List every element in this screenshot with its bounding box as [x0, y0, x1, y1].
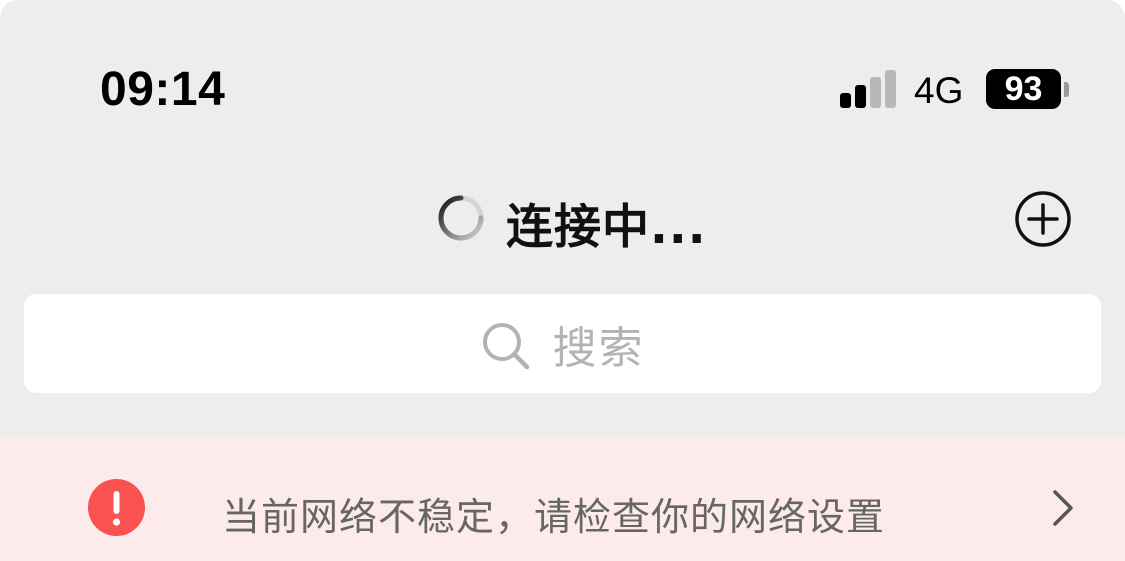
chevron-right-icon — [1053, 490, 1073, 526]
plus-circle-icon[interactable] — [1013, 189, 1073, 249]
battery-icon: 93 — [986, 69, 1061, 109]
network-warning-banner[interactable]: 当前网络不稳定，请检查你的网络设置 — [0, 438, 1125, 561]
signal-bar-2 — [855, 85, 866, 108]
signal-bar-4 — [885, 70, 896, 108]
app-screen: 09:14 4G 93 连接中... 搜索 当前网络不稳定，请检查你的网络设置 — [0, 0, 1125, 561]
battery-level: 93 — [1004, 70, 1043, 108]
loading-spinner-icon — [438, 195, 484, 241]
network-warning-text: 当前网络不稳定，请检查你的网络设置 — [222, 495, 886, 539]
search-icon — [482, 322, 529, 369]
search-placeholder: 搜索 — [552, 322, 645, 374]
signal-bar-3 — [870, 77, 881, 108]
battery-terminal — [1064, 82, 1069, 97]
network-type: 4G — [914, 70, 964, 111]
signal-bar-1 — [840, 93, 851, 108]
exclamation-glyph — [112, 491, 121, 526]
page-title: 连接中... — [506, 200, 707, 255]
exclamation-circle-icon — [88, 479, 145, 536]
cellular-signal-icon — [840, 70, 900, 108]
search-input[interactable]: 搜索 — [24, 294, 1101, 393]
status-time: 09:14 — [100, 63, 226, 116]
